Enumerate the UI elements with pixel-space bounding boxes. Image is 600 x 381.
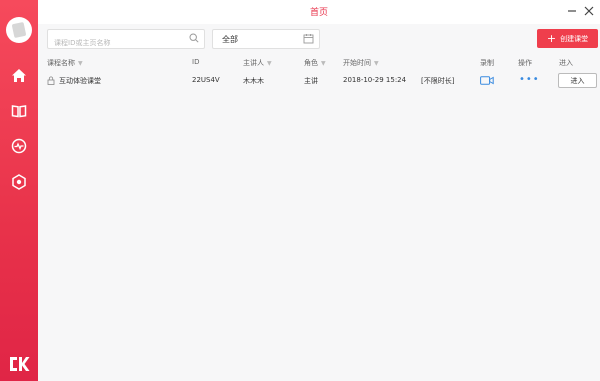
main-panel: 全部 + 创建课堂 课程名称▼ ID 主讲人▼ 角色▼ 开始时间▼ 录制 操作 … — [38, 24, 600, 381]
col-header-role[interactable]: 角色 ▼ — [304, 58, 326, 68]
search-input[interactable] — [48, 35, 184, 51]
enter-button[interactable]: 进入 — [558, 73, 597, 88]
start-time-value: 2018-10-29 15:24 — [343, 76, 407, 84]
create-classroom-label: 创建课堂 — [560, 34, 589, 43]
role-value: 主讲 — [304, 77, 318, 85]
title-bar: 首页 — [38, 0, 600, 24]
speaker-name: 木木木 — [243, 77, 264, 85]
sidebar — [0, 0, 38, 381]
home-icon[interactable] — [10, 66, 28, 84]
plus-icon: + — [546, 32, 557, 45]
sort-arrow-icon[interactable]: ▼ — [267, 60, 272, 67]
course-name[interactable]: 互动体验课堂 — [59, 76, 101, 86]
calendar-icon[interactable] — [303, 33, 314, 44]
sort-arrow-icon[interactable]: ▼ — [321, 60, 326, 67]
date-filter-select[interactable]: 全部 — [212, 29, 320, 49]
lock-icon — [47, 76, 55, 85]
col-header-ops: 操作 — [518, 59, 532, 67]
col-header-record: 录制 — [480, 59, 494, 67]
create-classroom-button[interactable]: + 创建课堂 — [537, 29, 598, 48]
window-title: 首页 — [309, 8, 328, 18]
course-id: 22US4V — [192, 76, 220, 84]
col-header-start-time[interactable]: 开始时间 ▼ — [343, 58, 379, 68]
minimize-icon[interactable] — [565, 4, 579, 18]
avatar-image — [11, 21, 27, 39]
col-header-speaker[interactable]: 主讲人 ▼ — [243, 58, 272, 68]
sort-arrow-icon[interactable]: ▼ — [374, 60, 379, 67]
filter-value: 全部 — [222, 35, 238, 44]
col-header-name[interactable]: 课程名称 ▼ — [47, 58, 83, 68]
col-header-id: ID — [192, 58, 200, 66]
hexagon-icon[interactable] — [10, 173, 28, 191]
col-header-enter: 进入 — [559, 59, 573, 67]
search-icon[interactable] — [189, 33, 199, 43]
book-icon[interactable] — [10, 102, 28, 120]
search-box — [47, 29, 205, 51]
sort-arrow-icon[interactable]: ▼ — [78, 60, 83, 67]
avatar[interactable] — [6, 17, 32, 43]
video-camera-icon[interactable] — [480, 76, 494, 85]
more-options-icon[interactable]: ••• — [519, 75, 540, 85]
app-logo — [8, 355, 30, 373]
duration-value: [不限时长] — [421, 77, 455, 85]
close-icon[interactable] — [582, 4, 596, 18]
table-row — [38, 70, 600, 88]
activity-icon[interactable] — [10, 137, 28, 155]
